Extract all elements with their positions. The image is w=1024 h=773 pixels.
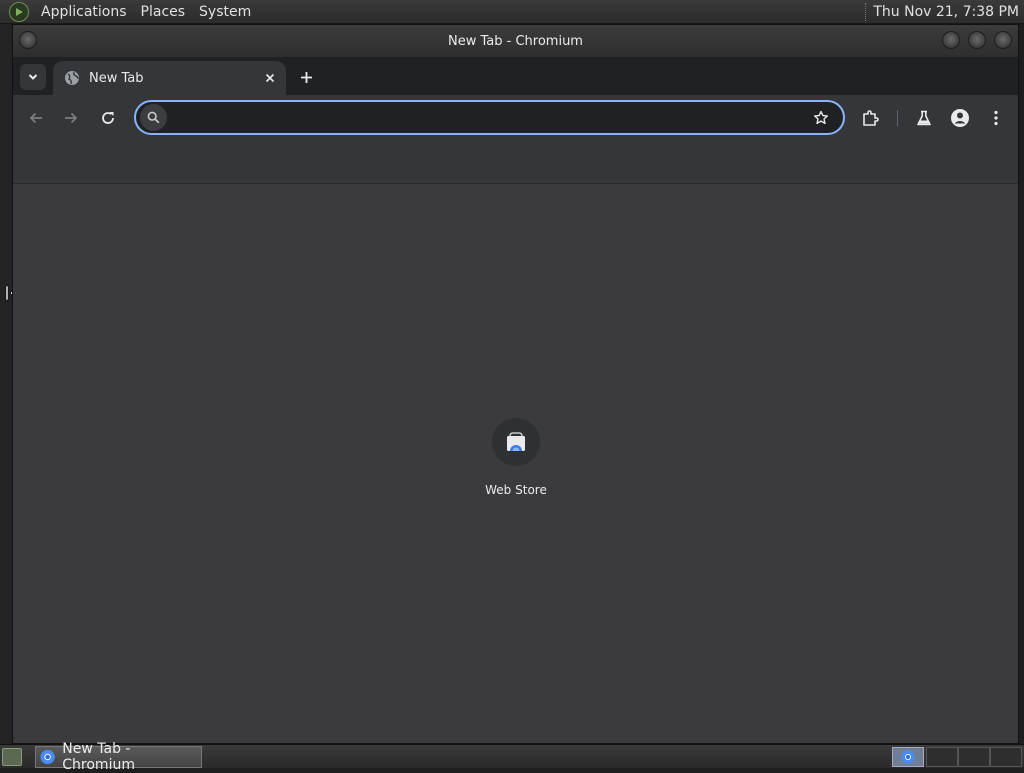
window-title: New Tab - Chromium: [448, 33, 583, 49]
clock[interactable]: Thu Nov 21, 7:38 PM: [873, 4, 1024, 20]
workspace-4[interactable]: [990, 747, 1022, 767]
profile-icon: [951, 109, 969, 127]
bookmarks-bar: [13, 141, 1018, 184]
extensions-button[interactable]: [858, 106, 882, 130]
forward-icon: [65, 112, 78, 124]
system-menu[interactable]: System: [192, 0, 258, 24]
panel-separator: [865, 2, 867, 21]
workspace-3[interactable]: [958, 747, 990, 767]
browser-menu-button[interactable]: [984, 106, 1008, 130]
profile-button[interactable]: [948, 106, 972, 130]
window-titlebar[interactable]: New Tab - Chromium: [13, 25, 1018, 57]
menu-kebab-icon: [994, 110, 998, 126]
top-panel: Applications Places System Thu Nov 21, 7…: [0, 0, 1024, 24]
address-bar[interactable]: [134, 100, 845, 135]
forward-button[interactable]: [59, 106, 83, 130]
chromium-icon: [40, 749, 55, 765]
tab-strip: New Tab: [13, 57, 1018, 95]
close-icon: [265, 73, 275, 83]
extensions-icon: [863, 110, 879, 126]
tab-title: New Tab: [89, 70, 144, 86]
chromium-icon: [901, 750, 915, 764]
reload-button[interactable]: [96, 106, 120, 130]
close-tab-button[interactable]: [260, 68, 280, 88]
window-menu-button[interactable]: [19, 31, 37, 49]
globe-icon: [65, 71, 79, 85]
labs-flask-icon: [917, 110, 931, 126]
bookmark-star-button[interactable]: [807, 104, 835, 132]
applications-menu[interactable]: Applications: [34, 0, 134, 24]
bookmark-star-icon: [814, 110, 828, 124]
shortcut-label: Web Store: [485, 483, 547, 497]
distro-logo-icon[interactable]: [9, 1, 29, 22]
places-menu[interactable]: Places: [134, 0, 193, 24]
taskbar-item-label: New Tab - Chromium: [62, 741, 135, 773]
maximize-button[interactable]: [968, 31, 986, 49]
workspace-1[interactable]: [892, 747, 924, 767]
web-store-icon: [492, 418, 540, 466]
reload-icon: [102, 112, 114, 124]
back-button[interactable]: [24, 106, 48, 130]
shortcut-web-store[interactable]: Web Store: [471, 418, 561, 508]
labs-button[interactable]: [912, 106, 936, 130]
tab-new-tab[interactable]: New Tab: [53, 61, 286, 95]
plus-icon: [300, 71, 312, 83]
browser-toolbar: [13, 95, 1018, 141]
address-input[interactable]: [167, 102, 807, 133]
browser-window: New Tab - Chromium New Tab Web Store: [12, 24, 1019, 744]
workspace-2[interactable]: [926, 747, 958, 767]
new-tab-page: Web Store: [13, 184, 1018, 743]
tab-search-button[interactable]: [20, 64, 46, 90]
show-desktop-button[interactable]: [2, 748, 22, 766]
search-icon: [140, 104, 167, 131]
back-icon: [29, 112, 42, 124]
toolbar-divider: [897, 110, 898, 126]
close-window-button[interactable]: [994, 31, 1012, 49]
new-tab-button[interactable]: [294, 65, 318, 89]
taskbar-item-chromium[interactable]: New Tab - Chromium: [35, 741, 202, 773]
chevron-down-icon: [28, 74, 38, 80]
taskbar: New Tab - Chromium: [0, 741, 1024, 773]
minimize-button[interactable]: [942, 31, 960, 49]
desktop-edge: [0, 24, 12, 744]
